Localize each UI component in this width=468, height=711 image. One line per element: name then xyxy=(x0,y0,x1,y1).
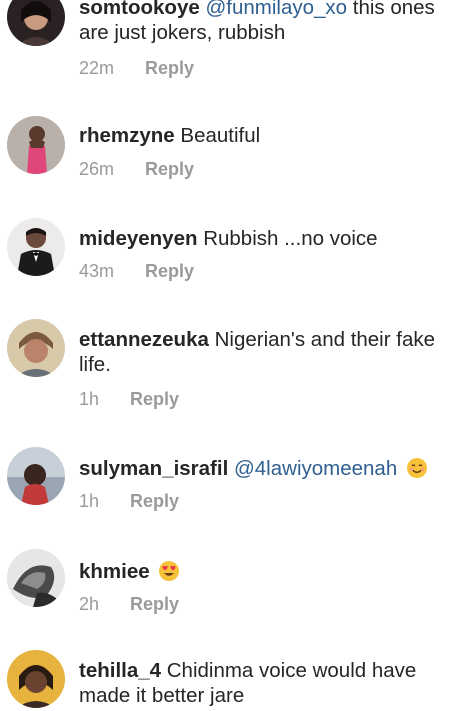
comment-username[interactable]: mideyenyen xyxy=(79,227,198,250)
comment-time: 1h xyxy=(79,389,100,409)
avatar-image xyxy=(7,319,65,377)
comment-mention[interactable]: @funmilayo_xo xyxy=(205,0,347,19)
comment-username[interactable]: rhemzyne xyxy=(79,124,175,147)
avatar[interactable] xyxy=(7,319,65,377)
avatar[interactable] xyxy=(7,650,65,708)
comment-time: 26m xyxy=(79,159,115,179)
comment-username[interactable]: ettannezeuka xyxy=(79,328,209,351)
comment-text: somtookoye @funmilayo_xo this ones are j… xyxy=(79,0,464,45)
reply-button[interactable]: Reply xyxy=(130,490,179,512)
avatar[interactable] xyxy=(7,116,65,174)
comment-username[interactable]: somtookoye xyxy=(79,0,200,19)
comment-body: Beautiful xyxy=(174,124,261,147)
avatar-image xyxy=(7,0,65,46)
comment-time: 2h xyxy=(79,594,100,614)
comment-text: mideyenyen Rubbish ...no voice xyxy=(79,226,464,251)
reply-button[interactable]: Reply xyxy=(130,388,179,410)
comment-text: tehilla_4 Chidinma voice would have made… xyxy=(79,658,464,708)
avatar-image xyxy=(7,447,65,505)
comment-username[interactable]: khmiee xyxy=(79,560,150,583)
comment-time: 43m xyxy=(79,261,115,281)
reply-button[interactable]: Reply xyxy=(145,57,194,79)
avatar-image xyxy=(7,116,65,174)
comment-body: Rubbish ...no voice xyxy=(197,227,378,250)
reply-button[interactable]: Reply xyxy=(145,260,194,282)
heart-eyes-emoji xyxy=(158,560,180,582)
reply-button[interactable]: Reply xyxy=(145,158,194,180)
comment-meta: 26m Reply xyxy=(79,158,194,180)
avatar-image xyxy=(7,549,65,607)
comment-meta: 22m Reply xyxy=(79,57,194,79)
comment-mention[interactable]: @4lawiyomeenah xyxy=(234,457,397,480)
comment-text: rhemzyne Beautiful xyxy=(79,123,464,148)
avatar-image xyxy=(7,218,65,276)
comment-text: ettannezeuka Nigerian's and their fake l… xyxy=(79,327,464,377)
comment-meta: 2h Reply xyxy=(79,593,179,615)
smiling-face-emoji xyxy=(406,457,428,479)
avatar-image xyxy=(7,650,65,708)
comment-text: sulyman_israfil @4lawiyomeenah xyxy=(79,456,464,481)
comment-text: khmiee xyxy=(79,559,464,584)
comment-username[interactable]: tehilla_4 xyxy=(79,659,161,682)
comment-time: 1h xyxy=(79,491,100,511)
comment-meta: 43m Reply xyxy=(79,260,194,282)
avatar[interactable] xyxy=(7,447,65,505)
avatar[interactable] xyxy=(7,549,65,607)
comment-meta: 1h Reply xyxy=(79,388,179,410)
comment-time: 22m xyxy=(79,58,115,78)
avatar[interactable] xyxy=(7,0,65,46)
reply-button[interactable]: Reply xyxy=(130,593,179,615)
comment-meta: 1h Reply xyxy=(79,490,179,512)
avatar[interactable] xyxy=(7,218,65,276)
comment-username[interactable]: sulyman_israfil xyxy=(79,457,228,480)
